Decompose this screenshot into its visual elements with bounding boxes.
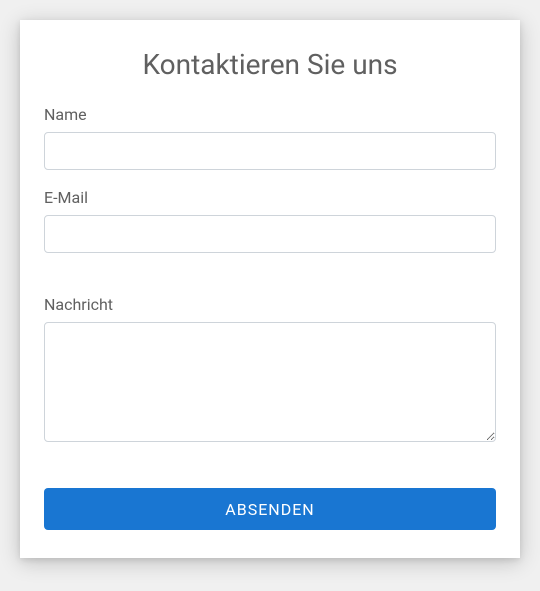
email-input[interactable]	[44, 215, 496, 253]
message-group: Nachricht	[44, 295, 496, 446]
submit-button[interactable]: ABSENDEN	[44, 488, 496, 530]
name-group: Name	[44, 105, 496, 170]
message-textarea[interactable]	[44, 322, 496, 442]
contact-form-card: Kontaktieren Sie uns Name E-Mail Nachric…	[20, 20, 520, 558]
form-title: Kontaktieren Sie uns	[44, 48, 496, 81]
name-label: Name	[44, 105, 496, 124]
email-label: E-Mail	[44, 188, 496, 207]
email-group: E-Mail	[44, 188, 496, 253]
message-label: Nachricht	[44, 295, 496, 314]
name-input[interactable]	[44, 132, 496, 170]
